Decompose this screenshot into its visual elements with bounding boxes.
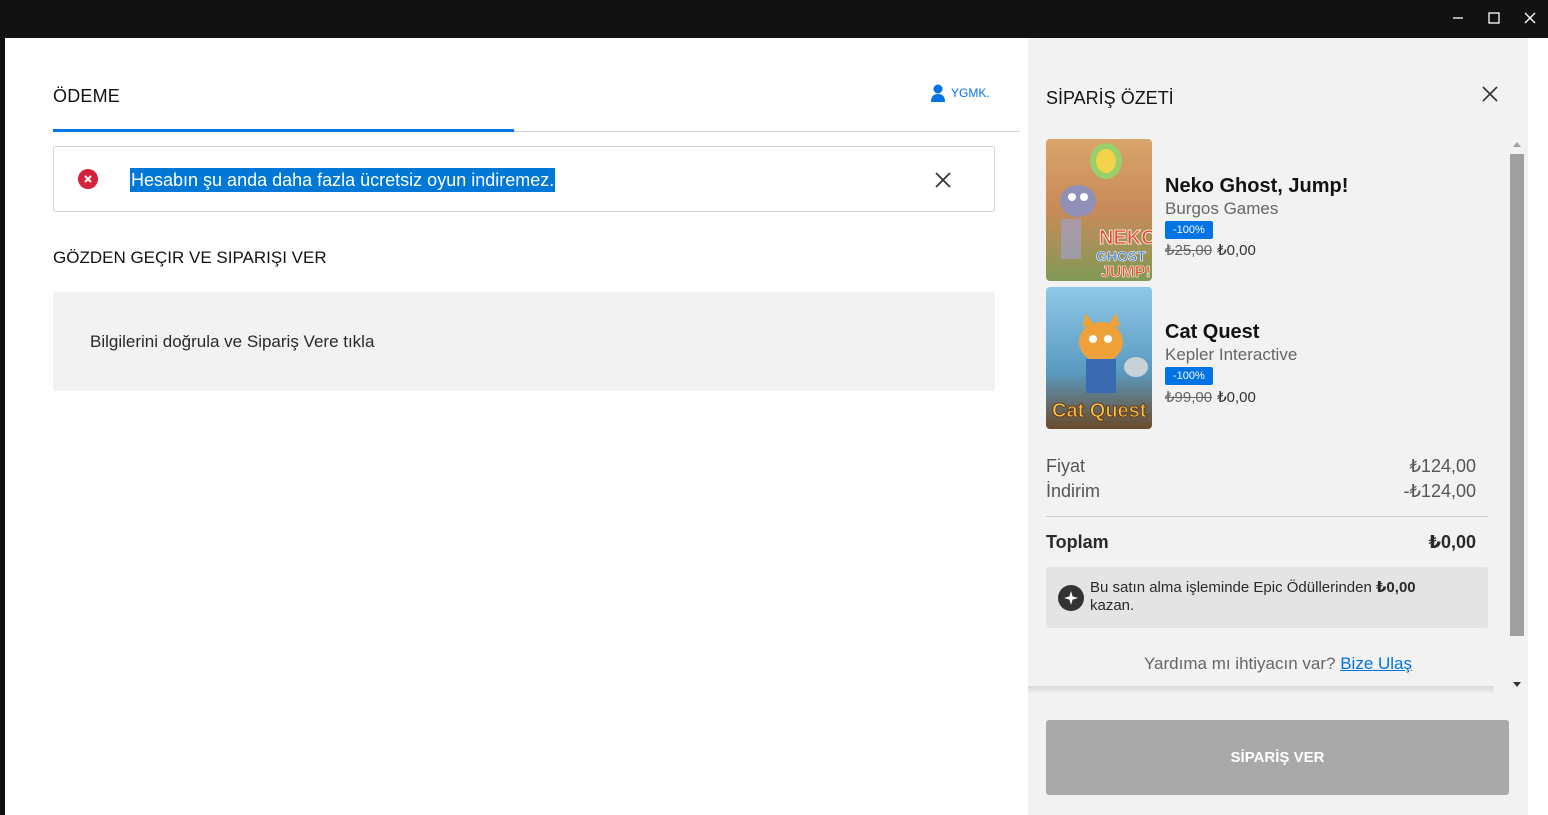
discount-label: İndirim [1046, 481, 1101, 501]
window-titlebar [0, 0, 1548, 38]
close-icon [935, 172, 951, 188]
total-label: Toplam [1046, 532, 1109, 552]
item-name: Cat Quest [1165, 321, 1260, 343]
tab-active-indicator [53, 129, 514, 132]
svg-text:JUMP!: JUMP! [1101, 264, 1151, 281]
price-row: Fiyat ₺124,00 [1046, 456, 1476, 477]
item-old-price: ₺99,00 [1165, 389, 1213, 406]
footer-shadow [1028, 686, 1494, 694]
maximize-icon [1488, 12, 1500, 24]
discount-badge: -100% [1165, 221, 1213, 239]
epic-rewards-text: Bu satın alma işleminde Epic Ödüllerinde… [1090, 579, 1470, 615]
minimize-button[interactable] [1440, 0, 1476, 36]
reward-text-suffix: kazan. [1090, 597, 1135, 614]
game-cover-image: NEKO GHOST JUMP! [1046, 139, 1152, 281]
summary-scrollbar[interactable] [1510, 140, 1524, 690]
discount-row: İndirim -₺124,00 [1046, 481, 1476, 502]
item-old-price: ₺25,00 [1165, 242, 1213, 259]
review-info-text: Bilgilerini doğrula ve Sipariş Vere tıkl… [90, 332, 375, 351]
game-cover-image: Cat Quest [1046, 287, 1152, 429]
summary-title: SİPARİŞ ÖZETİ [1046, 88, 1174, 108]
contact-us-link[interactable]: Bize Ulaş [1340, 654, 1412, 673]
reward-amount: ₺0,00 [1376, 579, 1416, 596]
summary-divider [1046, 516, 1488, 517]
total-row: Toplam ₺0,00 [1046, 532, 1476, 553]
reward-text-prefix: Bu satın alma işleminde Epic Ödüllerinde… [1090, 579, 1372, 596]
summary-close-button[interactable] [1480, 84, 1500, 104]
item-new-price: ₺0,00 [1217, 389, 1256, 406]
item-publisher: Burgos Games [1165, 199, 1279, 218]
item-price: ₺25,00 ₺0,00 [1165, 241, 1256, 259]
epic-rewards-icon [1058, 585, 1084, 611]
svg-text:NEKO: NEKO [1099, 227, 1152, 249]
window-edge [1528, 38, 1548, 815]
user-icon [931, 84, 945, 102]
item-publisher: Kepler Interactive [1165, 345, 1298, 364]
price-label: Fiyat [1046, 456, 1086, 476]
help-text: Yardıma mı ihtiyacın var? [1143, 654, 1336, 673]
window-close-button[interactable] [1512, 0, 1548, 36]
checkout-panel: ÖDEME YGMK. Hesabın şu anda daha fazla ü… [5, 38, 1028, 815]
total-value: ₺0,00 [1428, 532, 1476, 552]
close-icon [1524, 12, 1536, 24]
place-order-button[interactable]: SİPARİŞ VER [1046, 720, 1509, 795]
price-value: ₺124,00 [1409, 456, 1476, 476]
user-account[interactable]: YGMK. [931, 84, 990, 102]
error-icon [78, 169, 98, 189]
scroll-up-arrow-icon[interactable] [1513, 142, 1521, 147]
error-message: Hesabın şu anda daha fazla ücretsiz oyun… [130, 168, 556, 192]
close-icon [1482, 86, 1498, 102]
svg-text:GHOST: GHOST [1096, 248, 1146, 264]
help-section: Yardıma mı ihtiyacın var? Bize Ulaş [1028, 654, 1528, 674]
item-price: ₺99,00 ₺0,00 [1165, 388, 1256, 406]
review-title: GÖZDEN GEÇIR VE SIPARIŞI VER [53, 248, 327, 267]
error-close-button[interactable] [932, 169, 954, 191]
order-item: NEKO GHOST JUMP! Neko Ghost, Jump! Burgo… [1046, 139, 1486, 281]
review-info-box: Bilgilerini doğrula ve Sipariş Vere tıkl… [53, 292, 995, 391]
svg-text:Cat Quest: Cat Quest [1052, 400, 1147, 422]
item-name: Neko Ghost, Jump! [1165, 175, 1349, 197]
order-summary-panel: SİPARİŞ ÖZETİ NEKO GHOST JUMP! Neko Ghos… [1028, 38, 1528, 815]
maximize-button[interactable] [1476, 0, 1512, 36]
scroll-thumb[interactable] [1510, 154, 1524, 636]
scroll-down-arrow-icon[interactable] [1513, 682, 1521, 687]
error-alert: Hesabın şu anda daha fazla ücretsiz oyun… [53, 146, 995, 212]
discount-badge: -100% [1165, 367, 1213, 385]
item-new-price: ₺0,00 [1217, 242, 1256, 259]
minimize-icon [1453, 17, 1463, 19]
epic-rewards-box: Bu satın alma işleminde Epic Ödüllerinde… [1046, 567, 1488, 628]
checkout-title: ÖDEME [53, 86, 121, 106]
order-item: Cat Quest Cat Quest Kepler Interactive -… [1046, 287, 1486, 429]
discount-value: -₺124,00 [1403, 481, 1476, 501]
user-name: YGMK. [951, 86, 990, 100]
